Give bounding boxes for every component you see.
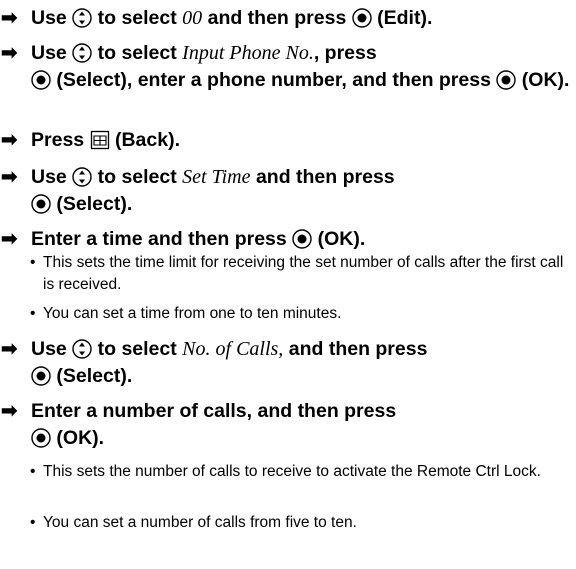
center-key-icon <box>352 8 372 28</box>
arrow-icon: ➡ <box>1 129 18 151</box>
step-4: ➡ Use to select Set Time and then press … <box>1 166 395 215</box>
note-calls-activate: • This sets the number of calls to recei… <box>30 463 541 480</box>
center-key-icon <box>292 229 312 249</box>
arrow-icon: ➡ <box>1 228 18 250</box>
arrow-icon: ➡ <box>1 7 18 29</box>
navigation-key-icon <box>72 339 92 359</box>
step-6: ➡ Use to select No. of Calls, and then p… <box>1 338 428 387</box>
navigation-key-icon <box>72 43 92 63</box>
center-key-icon <box>31 70 51 90</box>
center-key-icon <box>496 70 517 90</box>
note-time-limit: • This sets the time limit for receiving… <box>30 254 564 293</box>
step-5: ➡ Enter a time and then press (OK). <box>1 226 576 253</box>
note-calls-range: • You can set a number of calls from fiv… <box>30 514 357 531</box>
step-1: ➡ Use to select 00 and then press (Edit)… <box>1 5 576 32</box>
center-key-icon <box>31 194 51 214</box>
center-key-icon <box>31 366 51 386</box>
arrow-icon: ➡ <box>1 166 18 188</box>
arrow-icon: ➡ <box>1 42 18 64</box>
note-time-range: • You can set a time from one to ten min… <box>30 305 342 322</box>
arrow-icon: ➡ <box>1 338 18 360</box>
navigation-key-icon <box>72 167 92 187</box>
navigation-key-icon <box>72 8 92 28</box>
arrow-icon: ➡ <box>1 400 18 422</box>
step-7: ➡ Enter a number of calls, and then pres… <box>1 400 397 449</box>
step-2: ➡ Use to select Input Phone No., press (… <box>1 42 570 91</box>
center-key-icon <box>31 428 51 448</box>
step-3: ➡ Press (Back). <box>1 127 576 154</box>
phonebook-key-icon <box>90 130 109 150</box>
